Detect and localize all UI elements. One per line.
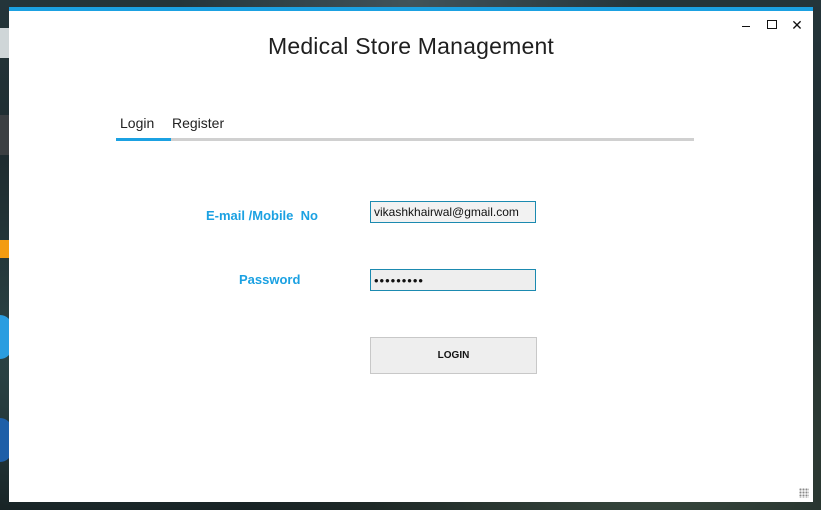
close-button[interactable]: ✕ <box>788 16 806 34</box>
app-window: ✕ Medical Store Management Login Registe… <box>9 7 813 502</box>
login-button[interactable]: LOGIN <box>370 337 537 374</box>
minimize-button[interactable] <box>737 16 755 27</box>
maximize-button[interactable] <box>763 16 781 29</box>
app-title: Medical Store Management <box>267 33 555 59</box>
tab-login[interactable]: Login <box>120 115 154 131</box>
email-mobile-input[interactable] <box>370 201 536 223</box>
maximize-icon <box>767 20 777 29</box>
close-icon: ✕ <box>791 17 803 33</box>
resize-grip-icon[interactable] <box>799 488 809 498</box>
tab-bar: Login Register <box>116 115 694 141</box>
password-input[interactable] <box>370 269 536 291</box>
tab-divider <box>116 138 694 141</box>
minimize-icon <box>742 26 750 27</box>
tab-register[interactable]: Register <box>172 115 224 131</box>
email-mobile-label: E-mail /Mobile No <box>206 208 318 223</box>
active-tab-indicator <box>116 138 171 141</box>
password-label: Password <box>239 272 301 287</box>
